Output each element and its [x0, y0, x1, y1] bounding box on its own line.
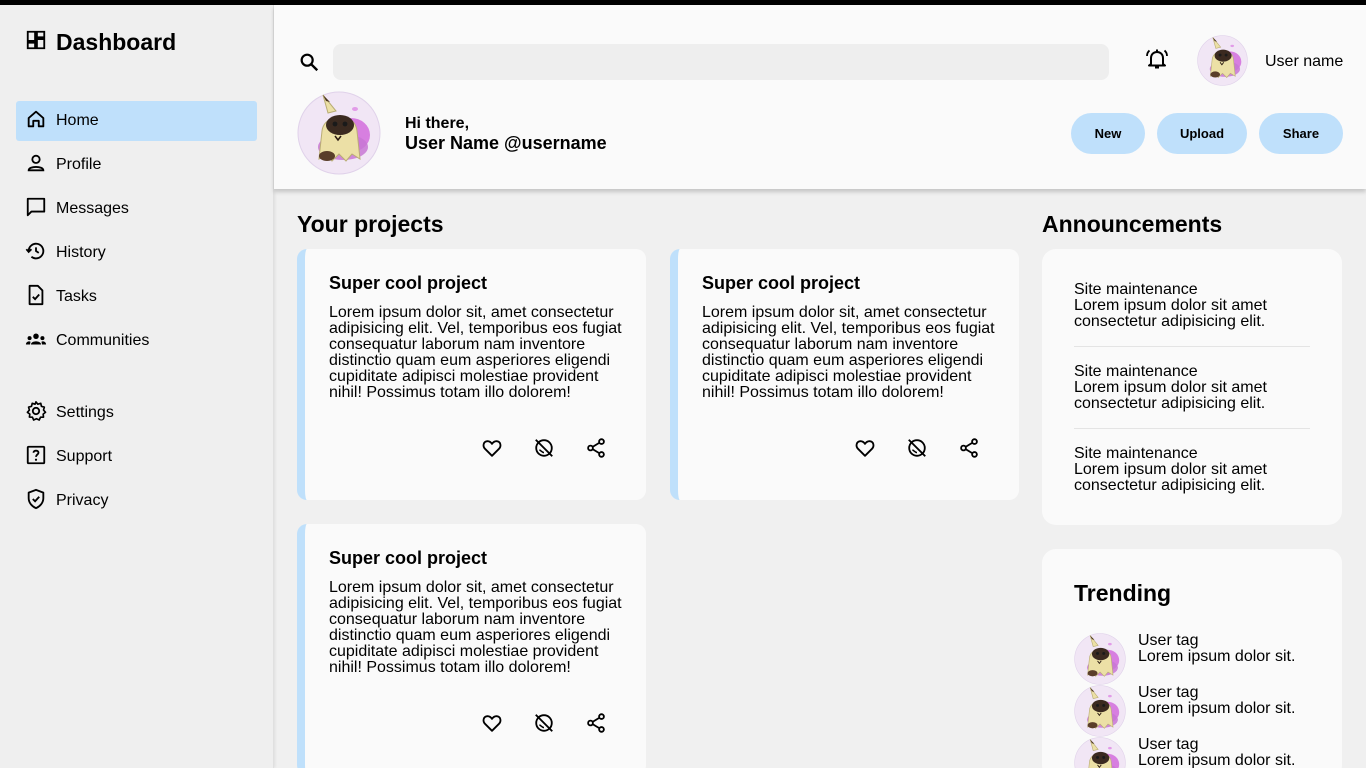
- user-display-name: User Name @username: [405, 133, 607, 153]
- sidebar: Dashboard Home Profile Messages History …: [0, 5, 274, 768]
- project-title: Super cool project: [329, 273, 488, 293]
- header: User name Hi there, User Name @username …: [274, 5, 1366, 189]
- user-tag: User tag: [1138, 684, 1199, 701]
- sidebar-item-tasks[interactable]: Tasks: [16, 277, 257, 317]
- user-name[interactable]: User name: [1265, 53, 1343, 71]
- trending-item[interactable]: User tag Lorem ipsum dolor sit.: [1074, 737, 1324, 768]
- trending-text: User tag Lorem ipsum dolor sit.: [1138, 685, 1295, 717]
- sidebar-item-privacy[interactable]: Privacy: [16, 481, 257, 521]
- sidebar-item-settings[interactable]: Settings: [16, 393, 257, 433]
- sidebar-item-label: Support: [56, 448, 113, 465]
- visibility-off-icon[interactable]: [533, 712, 555, 734]
- trending-heading: Trending: [1074, 580, 1172, 606]
- greeting: Hi there, User Name @username: [405, 115, 607, 153]
- announcement-item[interactable]: Site maintenance Lorem ipsum dolor sit a…: [1074, 282, 1310, 330]
- brand-title: Dashboard: [56, 29, 177, 55]
- heart-icon[interactable]: [481, 437, 503, 459]
- announcement-title: Site maintenance: [1074, 363, 1198, 380]
- project-card[interactable]: Super cool project Lorem ipsum dolor sit…: [297, 524, 646, 768]
- share-icon[interactable]: [958, 437, 980, 459]
- share-button[interactable]: Share: [1259, 113, 1343, 154]
- project-description: Lorem ipsum dolor sit, amet consectetur …: [329, 579, 622, 676]
- home-icon: [25, 108, 47, 135]
- divider: [1074, 428, 1310, 429]
- share-icon[interactable]: [585, 712, 607, 734]
- visibility-off-icon[interactable]: [533, 437, 555, 459]
- user-tag: User tag: [1138, 632, 1199, 649]
- sidebar-item-profile[interactable]: Profile: [16, 145, 257, 185]
- trending-description: Lorem ipsum dolor sit.: [1138, 752, 1296, 768]
- sidebar-item-support[interactable]: Support: [16, 437, 257, 477]
- sidebar-item-label: Settings: [56, 404, 114, 421]
- new-button[interactable]: New: [1071, 113, 1145, 154]
- shield-icon: [25, 488, 47, 515]
- sidebar-item-home[interactable]: Home: [16, 101, 257, 141]
- trending-text: User tag Lorem ipsum dolor sit.: [1138, 633, 1295, 665]
- history-icon: [25, 240, 47, 267]
- sidebar-item-label: Communities: [56, 332, 150, 349]
- projects-heading: Your projects: [297, 211, 444, 237]
- trending-text: User tag Lorem ipsum dolor sit.: [1138, 737, 1295, 768]
- main-nav: Home Profile Messages History Tasks Comm…: [16, 101, 257, 365]
- person-icon: [25, 152, 47, 179]
- task-icon: [25, 284, 47, 311]
- user-tag: User tag: [1138, 736, 1199, 753]
- project-card[interactable]: Super cool project Lorem ipsum dolor sit…: [297, 249, 646, 500]
- project-title: Super cool project: [702, 273, 861, 293]
- avatar[interactable]: [1197, 35, 1248, 86]
- sidebar-item-messages[interactable]: Messages: [16, 189, 257, 229]
- search-input[interactable]: [333, 44, 1109, 80]
- groups-icon: [25, 328, 47, 355]
- notification-bell-icon[interactable]: [1145, 47, 1169, 71]
- trending-item[interactable]: User tag Lorem ipsum dolor sit.: [1074, 685, 1324, 737]
- upload-button[interactable]: Upload: [1157, 113, 1247, 154]
- project-actions: [481, 437, 607, 459]
- project-description: Lorem ipsum dolor sit, amet consectetur …: [702, 304, 995, 401]
- project-description: Lorem ipsum dolor sit, amet consectetur …: [329, 304, 622, 401]
- project-card[interactable]: Super cool project Lorem ipsum dolor sit…: [670, 249, 1019, 500]
- secondary-nav: Settings Support Privacy: [16, 393, 257, 525]
- trending-description: Lorem ipsum dolor sit.: [1138, 648, 1296, 665]
- heart-icon[interactable]: [854, 437, 876, 459]
- sidebar-item-communities[interactable]: Communities: [16, 321, 257, 361]
- sidebar-item-label: Messages: [56, 200, 129, 217]
- sidebar-item-label: Privacy: [56, 492, 109, 509]
- announcement-body: Lorem ipsum dolor sit amet consectetur a…: [1074, 461, 1267, 494]
- heart-icon[interactable]: [481, 712, 503, 734]
- project-title: Super cool project: [329, 548, 488, 568]
- dashboard-icon: [25, 29, 47, 56]
- announcements-heading: Announcements: [1042, 211, 1223, 237]
- visibility-off-icon[interactable]: [906, 437, 928, 459]
- help-icon: [25, 444, 47, 471]
- announcement-item[interactable]: Site maintenance Lorem ipsum dolor sit a…: [1074, 364, 1310, 412]
- header-actions: New Upload Share: [1071, 113, 1343, 154]
- trending-panel: Trending User tag Lorem ipsum dolor sit.…: [1042, 549, 1342, 768]
- brand: Dashboard: [25, 29, 176, 56]
- sidebar-item-history[interactable]: History: [16, 233, 257, 273]
- project-actions: [854, 437, 980, 459]
- sidebar-item-label: Home: [56, 112, 99, 129]
- greeting-text: Hi there,: [405, 115, 470, 132]
- trending-item[interactable]: User tag Lorem ipsum dolor sit.: [1074, 633, 1324, 685]
- profile-avatar: [297, 91, 381, 175]
- share-icon[interactable]: [585, 437, 607, 459]
- avatar: [1074, 685, 1126, 737]
- project-actions: [481, 712, 607, 734]
- avatar: [1074, 737, 1126, 768]
- trending-description: Lorem ipsum dolor sit.: [1138, 700, 1296, 717]
- sidebar-item-label: Tasks: [56, 288, 97, 305]
- divider: [1074, 346, 1310, 347]
- announcement-title: Site maintenance: [1074, 281, 1198, 298]
- search-icon[interactable]: [298, 51, 320, 73]
- message-icon: [25, 196, 47, 223]
- announcement-title: Site maintenance: [1074, 445, 1198, 462]
- announcement-body: Lorem ipsum dolor sit amet consectetur a…: [1074, 297, 1267, 330]
- announcement-item[interactable]: Site maintenance Lorem ipsum dolor sit a…: [1074, 446, 1310, 494]
- avatar: [1074, 633, 1126, 685]
- sidebar-item-label: Profile: [56, 156, 102, 173]
- gear-icon: [25, 400, 47, 427]
- announcements-panel: Site maintenance Lorem ipsum dolor sit a…: [1042, 249, 1342, 525]
- announcement-body: Lorem ipsum dolor sit amet consectetur a…: [1074, 379, 1267, 412]
- sidebar-item-label: History: [56, 244, 106, 261]
